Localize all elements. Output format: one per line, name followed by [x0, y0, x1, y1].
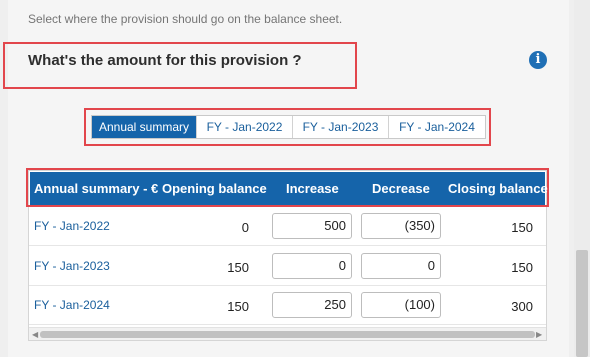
decrease-input[interactable]: (100) [361, 292, 441, 318]
closing-balance-value: 150 [511, 260, 533, 275]
period-link[interactable]: FY - Jan-2022 [34, 219, 110, 233]
table-row: FY - Jan-2023 150 0 0 150 [29, 247, 546, 286]
tab-annual-summary[interactable]: Annual summary [92, 116, 197, 138]
tab-fy-jan-2023[interactable]: FY - Jan-2023 [293, 116, 389, 138]
increase-input[interactable]: 500 [272, 213, 352, 239]
increase-input[interactable]: 250 [272, 292, 352, 318]
provision-table: FY - Jan-2022 0 500 (350) 150 FY - Jan-2… [28, 170, 547, 341]
opening-balance-value: 150 [227, 260, 249, 275]
closing-balance-value: 300 [511, 299, 533, 314]
tab-fy-jan-2024[interactable]: FY - Jan-2024 [389, 116, 485, 138]
opening-balance-value: 150 [227, 299, 249, 314]
period-link[interactable]: FY - Jan-2024 [34, 298, 110, 312]
arrow-left-icon[interactable]: ◀ [32, 330, 38, 339]
arrow-right-icon[interactable]: ▶ [536, 330, 542, 339]
table-row: FY - Jan-2024 150 250 (100) 300 [29, 286, 546, 325]
decrease-input[interactable]: 0 [361, 253, 441, 279]
info-icon[interactable]: i [529, 51, 547, 69]
increase-input[interactable]: 0 [272, 253, 352, 279]
closing-balance-value: 150 [511, 220, 533, 235]
helper-text: Select where the provision should go on … [28, 12, 343, 26]
vertical-scrollbar-thumb[interactable] [576, 250, 588, 357]
horizontal-scrollbar[interactable]: ◀ ▶ [29, 327, 546, 340]
period-link[interactable]: FY - Jan-2023 [34, 259, 110, 273]
question-title: What's the amount for this provision ? [28, 52, 302, 69]
decrease-input[interactable]: (350) [361, 213, 441, 239]
vertical-scrollbar[interactable] [574, 0, 590, 357]
opening-balance-value: 0 [241, 220, 249, 235]
tab-fy-jan-2022[interactable]: FY - Jan-2022 [197, 116, 293, 138]
scrollbar-thumb[interactable] [40, 331, 535, 338]
period-tabs: Annual summary FY - Jan-2022 FY - Jan-20… [91, 115, 486, 139]
table-row: FY - Jan-2022 0 500 (350) 150 [29, 207, 546, 246]
